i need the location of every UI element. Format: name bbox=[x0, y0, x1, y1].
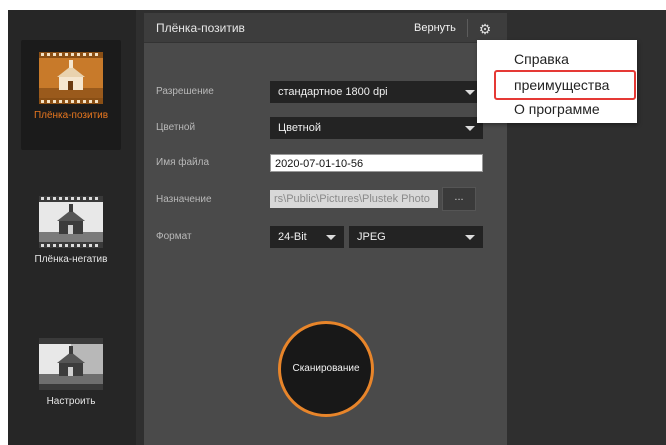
bit-depth-dropdown[interactable]: 24-Bit bbox=[270, 226, 344, 248]
sidebar-item-film-positive[interactable]: Плёнка-позитив bbox=[21, 40, 121, 150]
sidebar-item-label: Плёнка-негатив bbox=[34, 254, 108, 265]
resolution-value: стандартное 1800 dpi bbox=[278, 86, 388, 98]
destination-path-field[interactable]: rs\Public\Pictures\Plustek Photo bbox=[270, 190, 438, 208]
filename-value: 2020-07-01-10-56 bbox=[275, 158, 364, 170]
film-negative-thumbnail-icon bbox=[39, 196, 103, 248]
destination-label: Назначение bbox=[156, 194, 212, 205]
page-title: Плёнка-позитив bbox=[156, 21, 245, 35]
filename-label: Имя файла bbox=[156, 157, 210, 168]
resolution-label: Разрешение bbox=[156, 86, 214, 97]
chevron-down-icon bbox=[326, 235, 336, 240]
menu-item-help[interactable]: Справка bbox=[477, 48, 637, 70]
sidebar-item-label: Настроить bbox=[46, 396, 96, 407]
filename-input[interactable]: 2020-07-01-10-56 bbox=[270, 154, 483, 172]
highlight-annotation bbox=[494, 70, 636, 100]
file-type-value: JPEG bbox=[357, 231, 386, 243]
sidebar: Плёнка-позитив Плёнка-негатив Настроить bbox=[8, 10, 136, 445]
color-mode-label: Цветной bbox=[156, 122, 196, 133]
scan-button[interactable]: Сканирование bbox=[278, 321, 374, 417]
scan-button-label: Сканирование bbox=[292, 363, 360, 374]
bit-depth-value: 24-Bit bbox=[278, 231, 307, 243]
resolution-dropdown[interactable]: стандартное 1800 dpi bbox=[270, 81, 483, 103]
sidebar-item-film-negative[interactable]: Плёнка-негатив bbox=[21, 196, 121, 276]
color-mode-value: Цветной bbox=[278, 122, 321, 134]
chevron-down-icon bbox=[465, 126, 475, 131]
panel-header: Плёнка-позитив Вернуть ⚙ bbox=[144, 13, 507, 43]
settings-thumbnail-icon bbox=[39, 338, 103, 390]
destination-value: rs\Public\Pictures\Plustek Photo bbox=[274, 193, 430, 205]
menu-item-about[interactable]: О программе bbox=[477, 98, 637, 120]
film-positive-thumbnail-icon bbox=[39, 52, 103, 104]
format-label: Формат bbox=[156, 231, 192, 242]
file-type-dropdown[interactable]: JPEG bbox=[349, 226, 483, 248]
sidebar-item-label: Плёнка-позитив bbox=[33, 110, 109, 121]
return-button[interactable]: Вернуть bbox=[414, 22, 456, 34]
browse-button[interactable]: ... bbox=[442, 187, 476, 211]
scan-settings-panel: Плёнка-позитив Вернуть ⚙ Разрешение стан… bbox=[144, 13, 507, 445]
chevron-down-icon bbox=[465, 235, 475, 240]
header-divider bbox=[467, 19, 468, 37]
sidebar-item-settings[interactable]: Настроить bbox=[21, 338, 121, 418]
gear-icon[interactable]: ⚙ bbox=[474, 19, 496, 39]
color-mode-dropdown[interactable]: Цветной bbox=[270, 117, 483, 139]
chevron-down-icon bbox=[465, 90, 475, 95]
